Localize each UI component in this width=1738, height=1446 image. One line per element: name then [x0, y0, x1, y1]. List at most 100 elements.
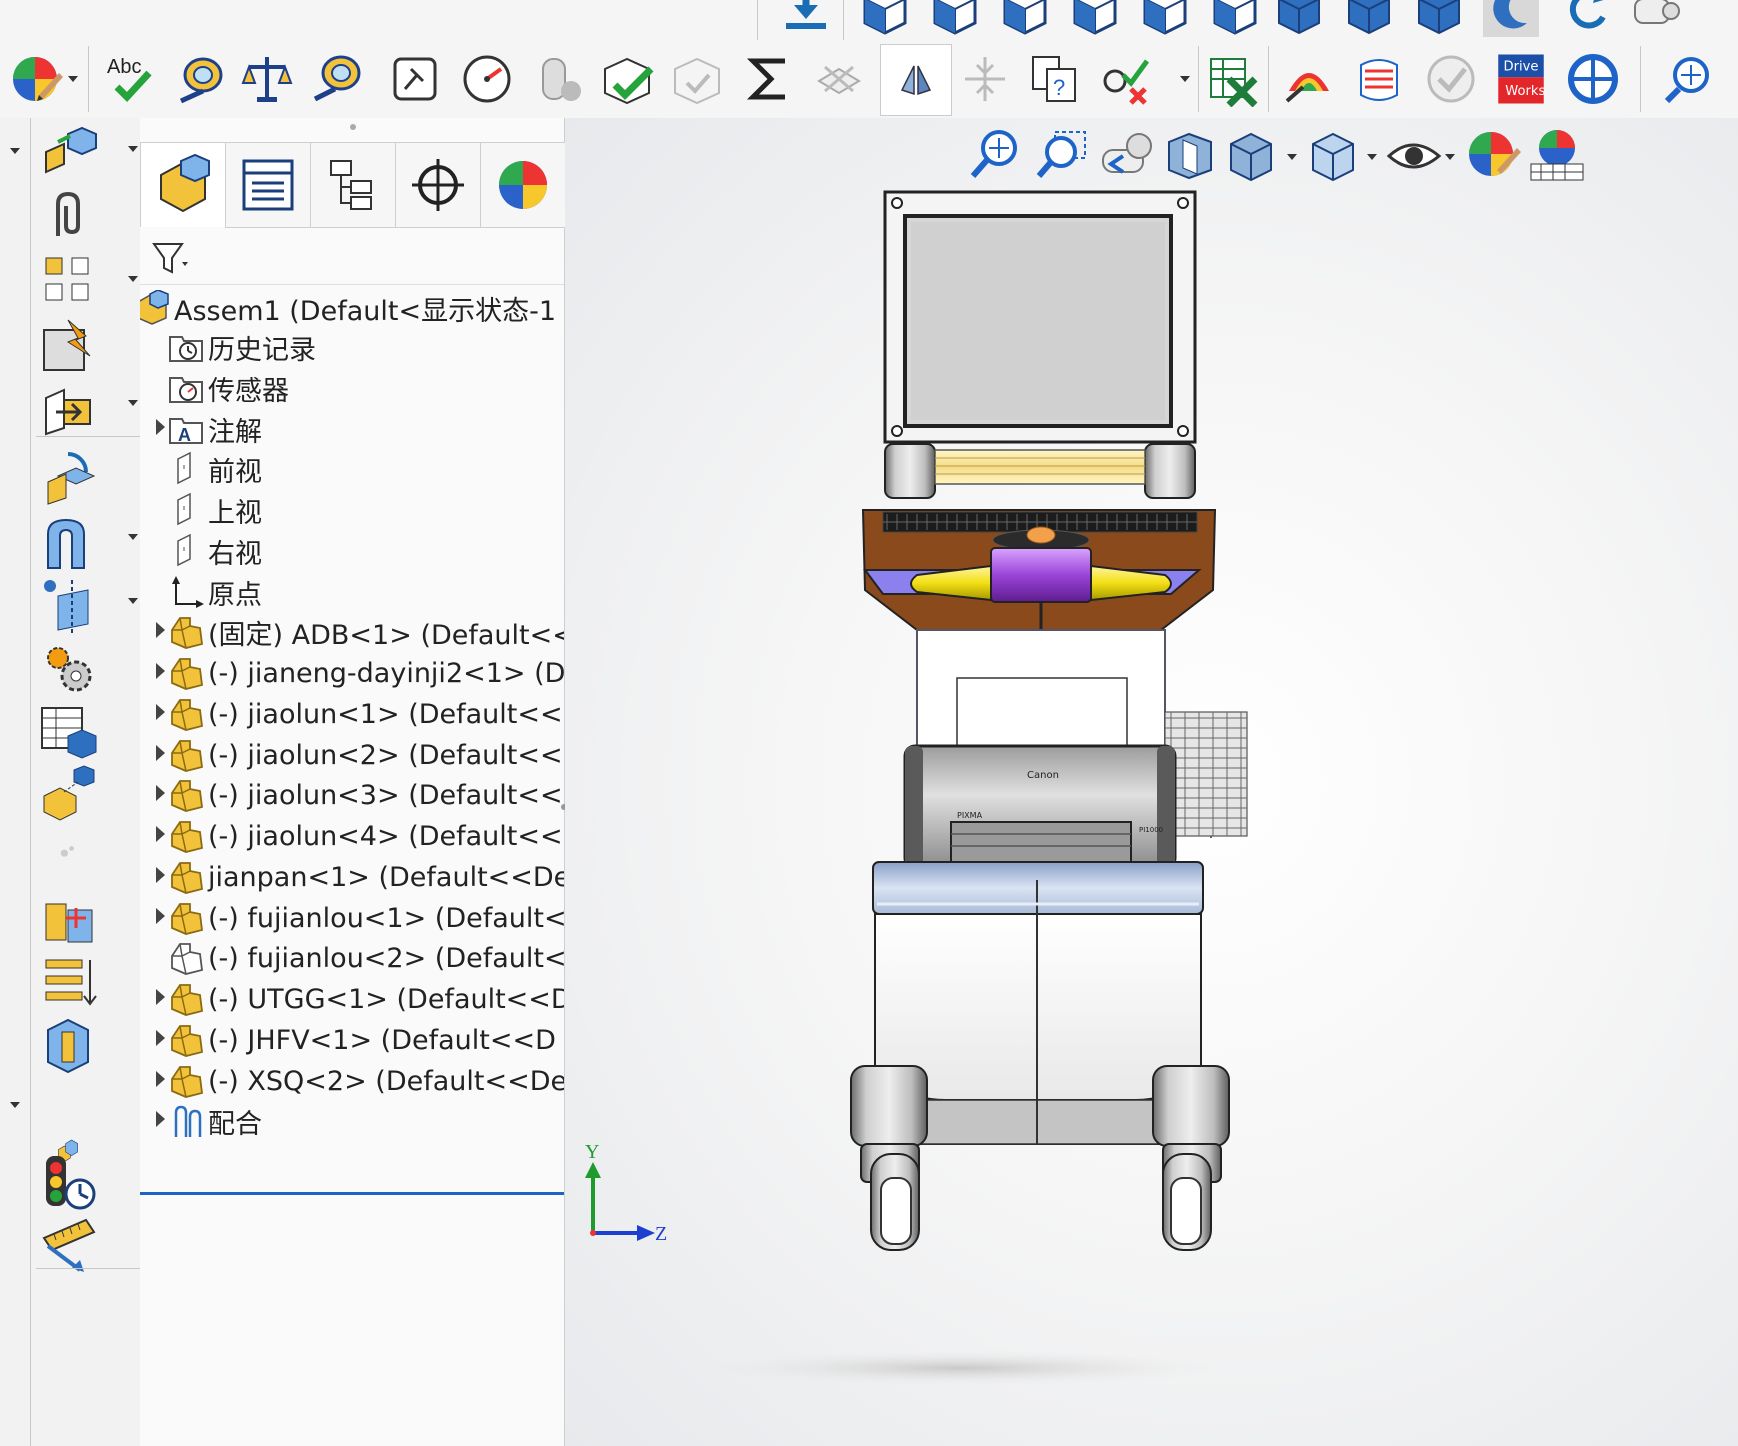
- chevron-right-icon[interactable]: [156, 989, 165, 1005]
- reference-geometry-icon[interactable]: [36, 574, 100, 638]
- chevron-right-icon[interactable]: [156, 908, 165, 924]
- bill-of-materials-icon[interactable]: [36, 698, 100, 762]
- tree-item[interactable]: (-) jiaolun<1> (Default<<: [140, 692, 564, 736]
- zebra-icon[interactable]: [1348, 48, 1410, 110]
- tree-item[interactable]: 配合: [140, 1099, 564, 1143]
- spell-check-icon[interactable]: Abc: [100, 48, 162, 110]
- exploded-view-icon[interactable]: [36, 760, 100, 824]
- tree-item[interactable]: jianpan<1> (Default<<De: [140, 855, 564, 899]
- chevron-right-icon[interactable]: [156, 1030, 165, 1046]
- box-view-icon-5[interactable]: [1132, 0, 1194, 40]
- tree-item[interactable]: 原点: [140, 570, 564, 614]
- mass-properties-icon[interactable]: [236, 48, 298, 110]
- tree-item[interactable]: (-) fujianlou<2> (Default<: [140, 936, 564, 980]
- check-icon[interactable]: [666, 48, 728, 110]
- interference-icon[interactable]: [526, 48, 588, 110]
- measure-icon[interactable]: [170, 48, 232, 110]
- cube-view-icon-1[interactable]: [1266, 0, 1328, 40]
- rotate-components-icon[interactable]: [36, 444, 100, 508]
- section-properties-icon[interactable]: [306, 48, 368, 110]
- chevron-right-icon[interactable]: [156, 663, 165, 679]
- filter-icon[interactable]: [150, 238, 190, 278]
- dimxpert-tab[interactable]: [395, 142, 481, 228]
- grey-check-icon[interactable]: [1420, 48, 1482, 110]
- symmetry-icon[interactable]: [880, 44, 952, 116]
- graphics-viewport[interactable]: Canon PIXMA PI1000 Y Z: [565, 118, 1738, 1446]
- features-dropdown-arrow[interactable]: [128, 534, 138, 540]
- tree-item[interactable]: 历史记录: [140, 325, 564, 369]
- tree-item[interactable]: (-) jiaolun<2> (Default<<: [140, 733, 564, 777]
- chevron-right-icon[interactable]: [156, 1111, 165, 1127]
- check-dropdown-arrow[interactable]: [1180, 76, 1190, 82]
- box-view-icon-1[interactable]: [852, 0, 914, 40]
- moon-icon[interactable]: [1480, 0, 1542, 40]
- interference-detection-icon[interactable]: [36, 888, 100, 952]
- chevron-right-icon[interactable]: [156, 826, 165, 842]
- tree-item[interactable]: (-) XSQ<2> (Default<<De: [140, 1059, 564, 1103]
- tree-item[interactable]: A 注解: [140, 407, 564, 451]
- appearance-ball-icon[interactable]: [6, 48, 68, 110]
- move-dropdown-arrow[interactable]: [128, 400, 138, 406]
- feature-manager-tab[interactable]: [140, 142, 226, 227]
- insert-component-icon[interactable]: [775, 0, 837, 38]
- pattern-dropdown-arrow[interactable]: [128, 276, 138, 282]
- zoom-fit-icon[interactable]: [1660, 48, 1722, 110]
- compare-docs-icon[interactable]: ?: [1024, 48, 1086, 110]
- tree-item[interactable]: (-) UTGG<1> (Default<<D: [140, 977, 564, 1021]
- chevron-right-icon[interactable]: [156, 867, 165, 883]
- caster-left[interactable]: [860, 1143, 920, 1251]
- sum-icon[interactable]: [738, 48, 800, 110]
- camera-icon[interactable]: [1624, 0, 1686, 40]
- tree-item[interactable]: (-) fujianlou<1> (Default<: [140, 896, 564, 940]
- check-errors-icon[interactable]: [1094, 48, 1156, 110]
- cube-view-icon-3[interactable]: [1406, 0, 1468, 40]
- chevron-right-icon[interactable]: [156, 419, 165, 435]
- assembly-features-icon[interactable]: [36, 510, 100, 574]
- cube-view-icon-2[interactable]: [1336, 0, 1398, 40]
- excel-x-icon[interactable]: [1202, 48, 1264, 110]
- box-view-icon-2[interactable]: [922, 0, 984, 40]
- curvature-icon[interactable]: [1278, 48, 1340, 110]
- rotate-icon[interactable]: [1556, 0, 1618, 40]
- chevron-right-icon[interactable]: [156, 745, 165, 761]
- explode-line-icon[interactable]: [49, 833, 87, 871]
- rollback-bar[interactable]: [140, 1192, 564, 1195]
- chevron-right-icon[interactable]: [156, 1071, 165, 1087]
- chevron-right-icon[interactable]: [156, 622, 165, 638]
- chevron-right-icon[interactable]: [156, 785, 165, 801]
- refgeom-dropdown-arrow[interactable]: [128, 598, 138, 604]
- cart-model[interactable]: Canon PIXMA PI1000 Y Z: [565, 118, 1738, 1446]
- linear-pattern-icon[interactable]: [36, 248, 100, 312]
- probe-basket[interactable]: [1164, 711, 1248, 839]
- left-edge-arrow-2[interactable]: [10, 1102, 20, 1108]
- driveworks-icon[interactable]: Drive Works: [1490, 44, 1552, 114]
- box-view-icon-3[interactable]: [992, 0, 1054, 40]
- insert-components-icon[interactable]: [36, 120, 100, 184]
- section-view-icon[interactable]: [36, 1014, 100, 1078]
- performance-icon[interactable]: [456, 48, 518, 110]
- tree-item[interactable]: 前视: [140, 447, 564, 491]
- monitor[interactable]: [883, 190, 1197, 499]
- tree-item[interactable]: 右视: [140, 529, 564, 573]
- chevron-right-icon[interactable]: [156, 704, 165, 720]
- tree-item[interactable]: (-) JHFV<1> (Default<<D: [140, 1018, 564, 1062]
- mate-icon[interactable]: [36, 184, 100, 248]
- align-icon[interactable]: [36, 950, 100, 1014]
- printer[interactable]: Canon PIXMA PI1000: [903, 744, 1177, 873]
- compare-icon[interactable]: [954, 48, 1016, 110]
- tree-item[interactable]: 传感器: [140, 366, 564, 410]
- display-manager-tab[interactable]: [480, 142, 566, 228]
- traffic-light-icon[interactable]: [36, 1150, 100, 1214]
- configuration-manager-tab[interactable]: [310, 142, 396, 228]
- insert-dropdown-arrow[interactable]: [128, 146, 138, 152]
- tree-item[interactable]: 上视: [140, 488, 564, 532]
- gear-features-icon[interactable]: [36, 636, 100, 700]
- check-icon[interactable]: [596, 48, 658, 110]
- tree-item[interactable]: (-) jiaolun<3> (Default<<: [140, 773, 564, 817]
- tree-item[interactable]: (-) jianeng-dayinji2<1> (D: [140, 651, 564, 695]
- tree-root[interactable]: Assem1 (Default<显示状态-1: [140, 286, 564, 330]
- box-view-icon-6[interactable]: [1202, 0, 1264, 40]
- panel-grip[interactable]: [350, 124, 356, 130]
- tree-item[interactable]: (-) jiaolun<4> (Default<<: [140, 814, 564, 858]
- sensor-icon[interactable]: [384, 48, 446, 110]
